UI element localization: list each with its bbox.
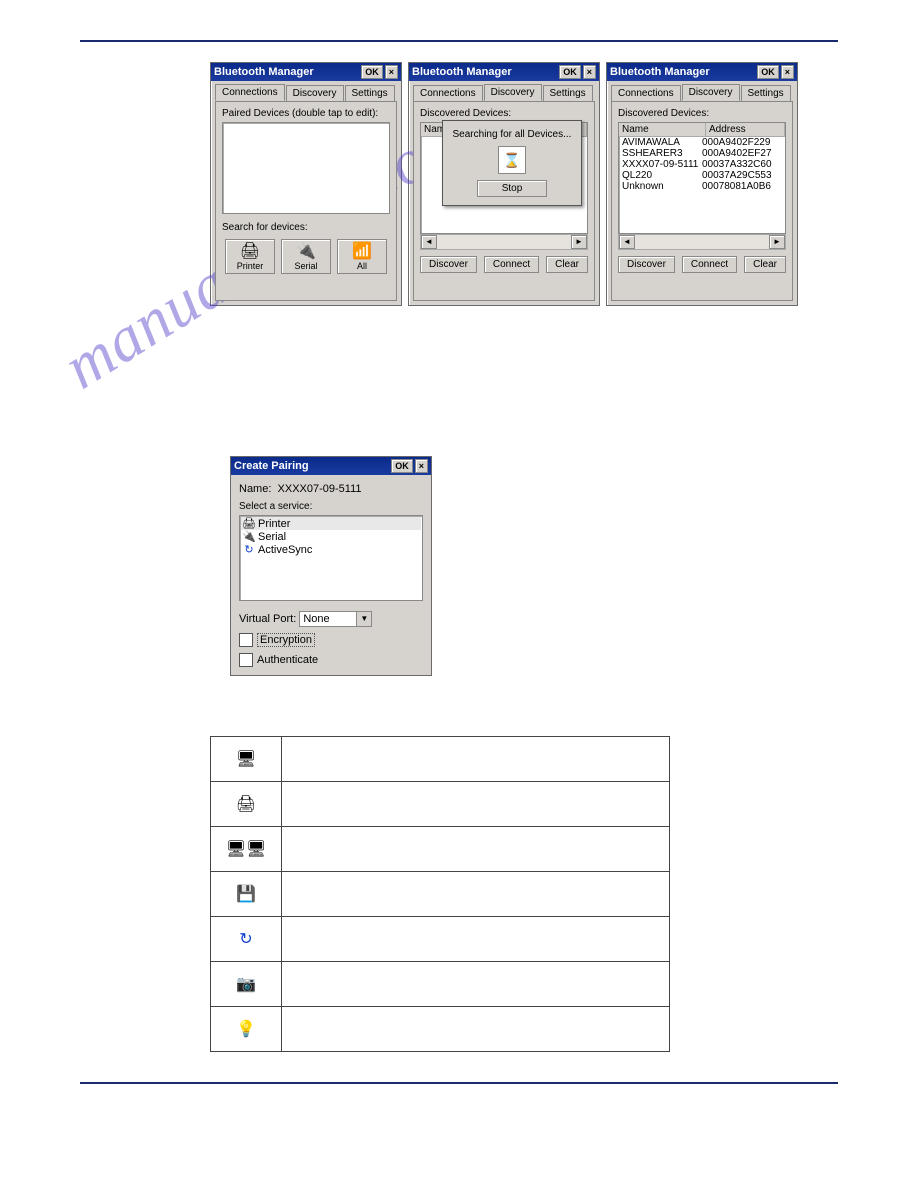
icon-reference-table: 🖥 🖨 🖥🖥 💾 ↻ 📷 💡 bbox=[210, 736, 670, 1052]
table-row: 🖨 bbox=[211, 782, 670, 827]
tab-discovery[interactable]: Discovery bbox=[484, 84, 542, 101]
tab-connections[interactable]: Connections bbox=[611, 85, 681, 102]
table-row: 💾 bbox=[211, 872, 670, 917]
service-list[interactable]: 🖨Printer 🔌Serial ↻ActiveSync bbox=[239, 515, 423, 601]
service-printer[interactable]: 🖨Printer bbox=[241, 517, 421, 530]
tab-settings[interactable]: Settings bbox=[543, 85, 593, 102]
device-row[interactable]: SSHEARER3000A9402EF27 bbox=[619, 148, 785, 159]
header-rule bbox=[80, 40, 838, 42]
bt-manager-window-connections: Bluetooth Manager OK × Connections Disco… bbox=[210, 62, 402, 306]
ok-button[interactable]: OK bbox=[361, 65, 383, 79]
virtual-port-combo[interactable]: None bbox=[299, 611, 372, 627]
close-button[interactable]: × bbox=[583, 65, 596, 79]
ok-button[interactable]: OK bbox=[391, 459, 413, 473]
pairing-name-label: Name: bbox=[239, 483, 271, 495]
printer-icon: 🖨 bbox=[226, 243, 274, 261]
discovered-devices-label: Discovered Devices: bbox=[618, 108, 786, 119]
camera-icon: 📷 bbox=[211, 962, 282, 1007]
clear-button[interactable]: Clear bbox=[546, 256, 588, 273]
select-service-label: Select a service: bbox=[239, 501, 423, 512]
paired-devices-label: Paired Devices (double tap to edit): bbox=[222, 108, 390, 119]
window-title: Bluetooth Manager bbox=[412, 66, 557, 78]
bt-manager-window-searching: Bluetooth Manager OK × Connections Disco… bbox=[408, 62, 600, 306]
table-row: 📷 bbox=[211, 962, 670, 1007]
pc-card-icon: 💾 bbox=[211, 872, 282, 917]
search-all-button[interactable]: 📶All bbox=[337, 239, 387, 274]
tab-settings[interactable]: Settings bbox=[741, 85, 791, 102]
table-row: 🖥 bbox=[211, 737, 670, 782]
search-printer-button[interactable]: 🖨Printer bbox=[225, 239, 275, 274]
searching-message: Searching for all Devices... bbox=[447, 129, 577, 140]
connect-button[interactable]: Connect bbox=[682, 256, 737, 273]
horizontal-scrollbar[interactable]: ◄ ► bbox=[420, 234, 588, 250]
column-name[interactable]: Name bbox=[619, 123, 706, 136]
tab-discovery[interactable]: Discovery bbox=[286, 85, 344, 102]
printer-icon: 🖨 bbox=[211, 782, 282, 827]
paired-devices-list[interactable] bbox=[222, 122, 390, 214]
authenticate-label: Authenticate bbox=[257, 654, 318, 666]
close-button[interactable]: × bbox=[385, 65, 398, 79]
discover-button[interactable]: Discover bbox=[618, 256, 675, 273]
connect-button[interactable]: Connect bbox=[484, 256, 539, 273]
searching-dialog: Searching for all Devices... ⌛ Stop bbox=[442, 120, 582, 206]
pairing-name-value: XXXX07-09-5111 bbox=[278, 483, 362, 495]
scroll-left-button[interactable]: ◄ bbox=[421, 235, 437, 249]
window-title: Bluetooth Manager bbox=[214, 66, 359, 78]
service-activesync[interactable]: ↻ActiveSync bbox=[241, 543, 421, 556]
search-devices-label: Search for devices: bbox=[222, 222, 390, 233]
table-row: 💡 bbox=[211, 1007, 670, 1052]
virtual-port-label: Virtual Port: bbox=[239, 613, 296, 625]
printer-icon: 🖨 bbox=[242, 517, 256, 530]
table-row: ↻ bbox=[211, 917, 670, 962]
device-row[interactable]: Unknown00078081A0B6 bbox=[619, 181, 785, 192]
dual-pcs-icon: 🖥🖥 bbox=[211, 827, 282, 872]
ok-button[interactable]: OK bbox=[559, 65, 581, 79]
horizontal-scrollbar[interactable]: ◄ ► bbox=[618, 234, 786, 250]
tab-discovery[interactable]: Discovery bbox=[682, 84, 740, 101]
window-title: Create Pairing bbox=[234, 460, 389, 472]
device-icon: 💡 bbox=[211, 1007, 282, 1052]
tab-connections[interactable]: Connections bbox=[413, 85, 483, 102]
tab-connections[interactable]: Connections bbox=[215, 84, 285, 101]
scroll-right-button[interactable]: ► bbox=[571, 235, 587, 249]
service-serial[interactable]: 🔌Serial bbox=[241, 530, 421, 543]
scroll-left-button[interactable]: ◄ bbox=[619, 235, 635, 249]
create-pairing-window: Create Pairing OK × Name: XXXX07-09-5111… bbox=[230, 456, 432, 676]
discovered-devices-label: Discovered Devices: bbox=[420, 108, 588, 119]
bt-manager-window-results: Bluetooth Manager OK × Connections Disco… bbox=[606, 62, 798, 306]
serial-icon: 🔌 bbox=[282, 243, 330, 261]
device-row[interactable]: AVIMAWALA000A9402F229 bbox=[619, 137, 785, 148]
activesync-globe-icon: ↻ bbox=[211, 917, 282, 962]
clear-button[interactable]: Clear bbox=[744, 256, 786, 273]
stop-button[interactable]: Stop bbox=[477, 180, 547, 197]
close-button[interactable]: × bbox=[415, 459, 428, 473]
encryption-checkbox[interactable] bbox=[239, 633, 253, 647]
search-serial-button[interactable]: 🔌Serial bbox=[281, 239, 331, 274]
discover-button[interactable]: Discover bbox=[420, 256, 477, 273]
lan-scanner-icon: 🖥 bbox=[211, 737, 282, 782]
window-title: Bluetooth Manager bbox=[610, 66, 755, 78]
all-devices-icon: 📶 bbox=[338, 243, 386, 261]
ok-button[interactable]: OK bbox=[757, 65, 779, 79]
scroll-right-button[interactable]: ► bbox=[769, 235, 785, 249]
encryption-label: Encryption bbox=[257, 633, 315, 647]
device-row[interactable]: XXXX07-09-511100037A332C60 bbox=[619, 159, 785, 170]
serial-icon: 🔌 bbox=[242, 530, 256, 543]
tab-settings[interactable]: Settings bbox=[345, 85, 395, 102]
authenticate-checkbox[interactable] bbox=[239, 653, 253, 667]
activesync-icon: ↻ bbox=[242, 543, 256, 556]
discovered-devices-list[interactable]: Name Address AVIMAWALA000A9402F229 SSHEA… bbox=[618, 122, 786, 234]
column-address[interactable]: Address bbox=[706, 123, 785, 136]
table-row: 🖥🖥 bbox=[211, 827, 670, 872]
footer-rule bbox=[80, 1082, 838, 1084]
close-button[interactable]: × bbox=[781, 65, 794, 79]
device-row[interactable]: QL22000037A29C553 bbox=[619, 170, 785, 181]
hourglass-icon: ⌛ bbox=[498, 146, 526, 174]
